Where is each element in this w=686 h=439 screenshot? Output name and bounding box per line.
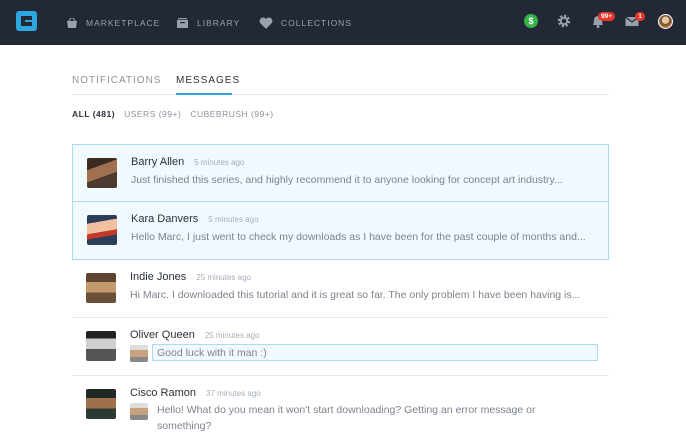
nav-marketplace-label: MARKETPLACE	[86, 17, 161, 28]
message-time: 25 minutes ago	[196, 273, 251, 282]
heart-icon	[259, 16, 273, 29]
mail-badge: 1	[635, 12, 645, 21]
sender-name[interactable]: Oliver Queen	[130, 329, 195, 341]
nav-marketplace[interactable]: MARKETPLACE	[66, 0, 160, 45]
top-navigation-bar: MARKETPLACE LIBRARY COLLECTIONS $ 99+ 1	[0, 0, 686, 45]
message-row[interactable]: Cisco Ramon 37 minutes ago Hello! What do…	[72, 376, 609, 439]
filter-all[interactable]: ALL (481)	[72, 109, 115, 119]
credits-icon[interactable]: $	[524, 14, 538, 28]
reply-avatar	[130, 403, 148, 420]
tab-messages[interactable]: MESSAGES	[176, 75, 240, 86]
basket-icon	[67, 17, 77, 28]
message-preview: Hi Marc. I downloaded this tutorial and …	[130, 289, 581, 301]
filter-cubebrush[interactable]: CUBEBRUSH (99+)	[190, 109, 273, 119]
active-tab-indicator	[176, 93, 232, 95]
avatar[interactable]	[87, 158, 117, 188]
notifications-badge: 99+	[598, 12, 616, 21]
message-time: 37 minutes ago	[206, 389, 261, 398]
message-row[interactable]: Oliver Queen 25 minutes ago Good luck wit…	[72, 318, 609, 376]
library-icon	[177, 17, 188, 28]
sender-name[interactable]: Kara Danvers	[131, 213, 198, 225]
message-row[interactable]: Indie Jones 25 minutes ago Hi Marc. I dow…	[72, 260, 609, 318]
nav-collections[interactable]: COLLECTIONS	[259, 0, 352, 45]
nav-library[interactable]: LIBRARY	[176, 0, 240, 45]
nav-collections-label: COLLECTIONS	[281, 17, 352, 28]
user-avatar[interactable]	[658, 14, 673, 29]
avatar[interactable]	[86, 331, 116, 361]
message-time: 5 minutes ago	[194, 158, 245, 167]
nav-library-label: LIBRARY	[197, 17, 241, 28]
tab-notifications[interactable]: NOTIFICATIONS	[72, 75, 161, 86]
reply-avatar	[130, 345, 148, 362]
message-preview: Just finished this series, and highly re…	[131, 174, 563, 186]
inbox-tabs: NOTIFICATIONS MESSAGES	[72, 75, 609, 95]
reply-preview[interactable]: Good luck with it man :)	[152, 344, 598, 361]
message-row[interactable]: Kara Danvers 5 minutes ago Hello Marc, I …	[72, 202, 609, 260]
sender-name[interactable]: Indie Jones	[130, 271, 186, 283]
message-time: 25 minutes ago	[204, 331, 260, 340]
sender-name[interactable]: Barry Allen	[131, 156, 184, 168]
sender-name[interactable]: Cisco Ramon	[130, 387, 196, 399]
gear-icon[interactable]	[556, 13, 572, 29]
avatar[interactable]	[86, 273, 116, 303]
message-filters: ALL (481) USERS (99+) CUBEBRUSH (99+)	[72, 109, 274, 119]
cubebrush-logo-icon[interactable]	[16, 11, 37, 31]
message-row[interactable]: Barry Allen 5 minutes ago Just finished t…	[72, 144, 609, 202]
filter-users[interactable]: USERS (99+)	[124, 109, 181, 119]
avatar[interactable]	[87, 215, 117, 245]
message-preview: Hello Marc, I just went to check my down…	[131, 231, 586, 243]
reply-preview: Hello! What do you mean it won't start d…	[157, 404, 536, 432]
avatar[interactable]	[86, 389, 116, 419]
message-list: Barry Allen 5 minutes ago Just finished t…	[72, 144, 609, 439]
message-time: 5 minutes ago	[208, 215, 259, 224]
